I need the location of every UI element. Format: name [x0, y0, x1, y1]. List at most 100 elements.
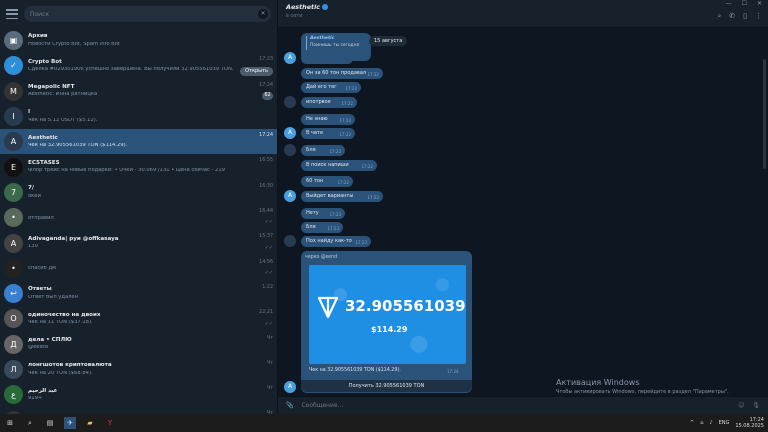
chat-time: 16:44 [259, 209, 273, 215]
message-text: 60 тон [306, 178, 324, 184]
sender-avatar[interactable]: A [284, 190, 296, 202]
mic-icon[interactable]: 🎙 [752, 402, 760, 409]
chat-body: лонгшотов криптовалюта Чек на 20 TON ($68… [28, 362, 273, 376]
task-view-icon[interactable]: ▤ [44, 417, 56, 429]
chat-item[interactable]: ع عبد الرحيم 919+ Чт [0, 382, 277, 407]
browser-icon[interactable]: Y [104, 417, 116, 429]
message-bubble[interactable]: 60 тон 17:22 [301, 176, 353, 187]
close-icon[interactable]: ✕ [757, 0, 762, 7]
sender-avatar[interactable] [284, 144, 296, 156]
chat-item[interactable]: M Megapolic NFT Aesthetic: Инна ратницка 17… [0, 79, 277, 104]
sender-avatar[interactable] [284, 96, 296, 108]
message-text: Бля [306, 147, 316, 153]
message-bubble[interactable]: Выйдет варианты 17:22 [301, 191, 383, 202]
message-bubble[interactable]: Он за 60 тон продавал 17:22 [301, 68, 383, 79]
chat-preview: Чек на 11 TON ($37.18). [28, 320, 93, 326]
chat-avatar: M [4, 81, 23, 101]
check-amount: 32.905561039 [345, 297, 466, 315]
chat-item[interactable]: Ддела • СПЛЮ @eestsi Чт [0, 332, 277, 357]
sender-avatar[interactable]: A [284, 381, 296, 393]
chat-preview: Новости Crypto Bot, Spam Info Bot [28, 41, 120, 47]
tray-arrow-icon[interactable]: ^ [690, 420, 694, 426]
chat-preview: Чек на 20 TON ($68.84). [28, 370, 93, 376]
check-image[interactable]: 32.905561039 $114.29 [309, 265, 466, 364]
chat-body: 7/окей [28, 185, 273, 199]
message-bubble[interactable]: В чате 17:22 [301, 128, 355, 139]
chat-avatar: О [4, 309, 23, 329]
check-usd: $114.29 [371, 325, 408, 334]
explorer-icon[interactable]: ▰ [84, 417, 96, 429]
volume-icon[interactable]: ♪ [709, 420, 712, 426]
reply-text: Помнишь ты сегодня [310, 43, 360, 48]
chat-item[interactable]: Ллонгшотов криптовалюта Чек на 20 TON ($6… [0, 357, 277, 382]
chat-preview: Чек на 32.905561039 TON ($114.29). [28, 143, 128, 149]
message-input[interactable]: Сообщение... [301, 402, 730, 409]
chat-item[interactable]: A Aesthetic Чек на 32.905561039 TON ($114.… [0, 129, 277, 155]
claim-check-button[interactable]: Получить 32.905561039 TON [301, 380, 472, 392]
search-icon[interactable]: ⌕ [717, 12, 721, 21]
message-bubble[interactable]: ипотрвоя 17:22 [301, 97, 357, 108]
windows-start-icon[interactable]: ⊞ [4, 417, 16, 429]
message-text: Бля [306, 224, 316, 230]
call-icon[interactable]: ✆ [729, 12, 735, 21]
telegram-taskbar-icon[interactable]: ✈ [64, 417, 76, 429]
chat-item[interactable]: E ECSTASES Флор трейс на новые подарки: • … [0, 154, 277, 179]
message-time: 17:22 [367, 72, 379, 77]
message-bubble[interactable]: В поиск напиши 17:22 [301, 160, 377, 171]
more-icon[interactable]: ⋮ [755, 12, 762, 21]
chat-body: Crypto Bot Сделка #029301906 успешно заве… [28, 59, 273, 73]
search-input[interactable]: Поиск ✕ [24, 6, 271, 22]
message-bubble[interactable]: Бля 17:22 [301, 145, 345, 156]
clock[interactable]: 17:24 15.08.2025 [735, 417, 764, 429]
maximize-icon[interactable]: ☐ [742, 0, 747, 7]
header-actions: ⌕ ✆ ▯ ⋮ [717, 12, 762, 21]
chat-item[interactable]: ↩ Ответы Ответ был удален 1:22 [0, 281, 277, 306]
scrollbar[interactable] [763, 59, 766, 169]
search-close-icon[interactable]: ✕ [258, 9, 268, 19]
language-indicator[interactable]: ENG [719, 420, 730, 426]
message-bubble[interactable]: Нету 17:23 [301, 208, 345, 219]
chat-item[interactable]: I I Чек на 5.12 USDT ($5.12). [0, 104, 277, 129]
chat-item[interactable]: ✓ Crypto Bot Сделка #029301906 успешно зав… [0, 53, 277, 78]
chat-body: дела • СПЛЮ @eestsi [28, 337, 273, 351]
message-time: 17:23 [327, 226, 339, 231]
network-icon[interactable]: ⌂ [700, 420, 703, 426]
chat-item[interactable]: • отправил 16:44 ✓✓ [0, 205, 277, 230]
message-time: 17:22 [329, 149, 341, 154]
read-check-icon: ✓✓ [264, 320, 273, 327]
check-caption: Чек на 32.905561039 TON ($114.29). [309, 368, 401, 373]
sender-avatar[interactable]: A [284, 52, 296, 64]
message-bubble[interactable]: Пох найду как-то 17:23 [301, 236, 371, 247]
chat-item[interactable]: ▣ Архив Новости Crypto Bot, Spam Info Bot [0, 28, 277, 53]
message-bubble[interactable]: Не знаю 17:22 [301, 114, 355, 125]
chat-item[interactable]: A Adivaganda| руи @offkasaya 130 15:37 ✓✓ [0, 230, 277, 255]
message-text: Нету [306, 210, 319, 216]
open-button[interactable]: Открыть [240, 66, 273, 76]
menu-icon[interactable] [6, 9, 18, 19]
chat-item[interactable]: 7 7/окей 16:30 [0, 180, 277, 205]
chat-preview: спасиб дм [28, 266, 56, 272]
chat-item[interactable]: Оодиночество на двоих Чек на 11 TON ($37.… [0, 306, 277, 331]
chat-avatar: I [4, 107, 23, 127]
sender-avatar[interactable] [284, 235, 296, 247]
sender-avatar[interactable]: A [284, 127, 296, 139]
message-bubble[interactable]: Дай его тег 17:22 [301, 82, 361, 93]
chat-name: Crypto Bot [28, 58, 62, 65]
message-text: Дай его тег [306, 84, 337, 90]
chat-name: عبد الرحيم [28, 387, 58, 394]
reply-message[interactable]: Aesthetic Помнишь ты сегодня [301, 33, 371, 61]
chat-body: Megapolic NFT Aesthetic: Инна ратницка [28, 84, 273, 98]
message-text: В чате [306, 130, 324, 136]
message-time: 17:22 [367, 195, 379, 200]
chat-avatar: ✓ [4, 56, 23, 76]
search-taskbar-icon[interactable]: ⌕ [24, 417, 36, 429]
chat-time: 16:55 [259, 158, 273, 164]
attach-icon[interactable]: 📎 [286, 402, 293, 409]
chat-time: Чт [266, 335, 273, 341]
chat-title[interactable]: Aesthetic [286, 3, 760, 11]
chat-item[interactable]: • спасиб дм 14:56 ✓✓ [0, 256, 277, 281]
emoji-icon[interactable]: ☺ [738, 402, 744, 409]
sidebar-toggle-icon[interactable]: ▯ [743, 12, 747, 21]
message-bubble[interactable]: Бля 17:23 [301, 222, 343, 233]
minimize-icon[interactable]: — [726, 0, 732, 7]
